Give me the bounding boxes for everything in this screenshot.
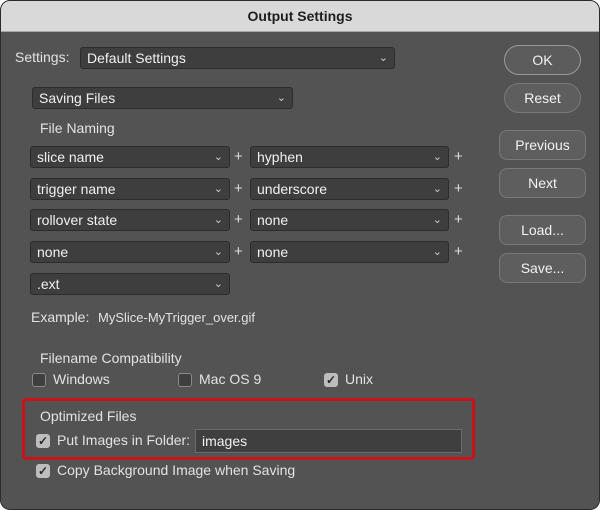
example-label: Example: (31, 309, 90, 325)
naming-row3-right-value: none (257, 212, 289, 228)
output-settings-dialog: Output Settings Settings: Default Settin… (0, 0, 600, 510)
put-images-label: Put Images in Folder: (57, 432, 191, 448)
chevron-down-icon: ⌄ (432, 214, 442, 226)
windows-checkbox[interactable] (32, 373, 46, 387)
naming-row1-right-value: hyphen (257, 149, 303, 165)
chevron-down-icon: ⌄ (213, 278, 223, 290)
macos9-label: Mac OS 9 (199, 371, 262, 387)
chevron-down-icon: ⌄ (432, 246, 442, 258)
naming-row4-left-value: none (37, 244, 69, 260)
plus-separator: + (234, 148, 243, 165)
naming-row1-left-value: slice name (37, 149, 104, 165)
plus-separator: + (234, 211, 243, 228)
extension-value: .ext (37, 276, 60, 292)
naming-row1-right-dropdown[interactable]: hyphen ⌄ (250, 146, 449, 168)
unix-label: Unix (345, 371, 374, 387)
naming-row2-right-dropdown[interactable]: underscore ⌄ (250, 178, 449, 200)
windows-label: Windows (53, 371, 110, 387)
naming-row1-left-dropdown[interactable]: slice name ⌄ (30, 146, 230, 168)
settings-dropdown[interactable]: Default Settings ⌄ (80, 47, 395, 69)
copy-background-checkbox[interactable]: ✓ (36, 464, 50, 478)
naming-row3-right-dropdown[interactable]: none ⌄ (250, 209, 449, 231)
unix-checkbox[interactable]: ✓ (324, 373, 338, 387)
plus-separator: + (454, 211, 463, 228)
previous-button[interactable]: Previous (499, 130, 586, 160)
settings-label: Settings: (15, 49, 70, 65)
plus-separator: + (454, 148, 463, 165)
chevron-down-icon: ⌄ (432, 151, 442, 163)
chevron-down-icon: ⌄ (213, 246, 223, 258)
category-dropdown[interactable]: Saving Files ⌄ (32, 87, 293, 109)
images-folder-value: images (202, 433, 248, 449)
naming-row4-right-dropdown[interactable]: none ⌄ (250, 241, 449, 263)
load-button[interactable]: Load... (499, 215, 586, 245)
chevron-down-icon: ⌄ (213, 214, 223, 226)
macos9-checkbox[interactable] (178, 373, 192, 387)
chevron-down-icon: ⌄ (276, 92, 286, 104)
naming-row2-left-dropdown[interactable]: trigger name ⌄ (30, 178, 230, 200)
naming-row4-left-dropdown[interactable]: none ⌄ (30, 241, 230, 263)
plus-separator: + (234, 180, 243, 197)
put-images-checkbox[interactable]: ✓ (36, 434, 50, 448)
chevron-down-icon: ⌄ (213, 183, 223, 195)
naming-row2-right-value: underscore (257, 181, 328, 197)
chevron-down-icon: ⌄ (213, 151, 223, 163)
save-button[interactable]: Save... (499, 253, 586, 283)
category-value: Saving Files (39, 90, 116, 106)
ok-button[interactable]: OK (504, 45, 581, 75)
naming-row2-left-value: trigger name (37, 181, 116, 197)
settings-value: Default Settings (87, 50, 186, 66)
plus-separator: + (234, 243, 243, 260)
filename-compatibility-heading: Filename Compatibility (40, 350, 182, 366)
plus-separator: + (454, 180, 463, 197)
copy-background-label: Copy Background Image when Saving (57, 462, 296, 478)
checkmark-icon: ✓ (37, 464, 49, 478)
images-folder-input[interactable]: images (195, 429, 462, 453)
plus-separator: + (454, 243, 463, 260)
chevron-down-icon: ⌄ (432, 183, 442, 195)
extension-dropdown[interactable]: .ext ⌄ (30, 273, 230, 295)
dialog-title: Output Settings (1, 1, 599, 32)
checkmark-icon: ✓ (37, 434, 49, 448)
reset-button[interactable]: Reset (504, 83, 581, 113)
file-naming-heading: File Naming (40, 120, 115, 136)
next-button[interactable]: Next (499, 168, 586, 198)
optimized-files-heading: Optimized Files (40, 408, 137, 424)
naming-row4-right-value: none (257, 244, 289, 260)
naming-row3-left-dropdown[interactable]: rollover state ⌄ (30, 209, 230, 231)
example-value: MySlice-MyTrigger_over.gif (98, 310, 256, 325)
chevron-down-icon: ⌄ (378, 52, 388, 64)
naming-row3-left-value: rollover state (37, 212, 118, 228)
checkmark-icon: ✓ (325, 373, 337, 387)
